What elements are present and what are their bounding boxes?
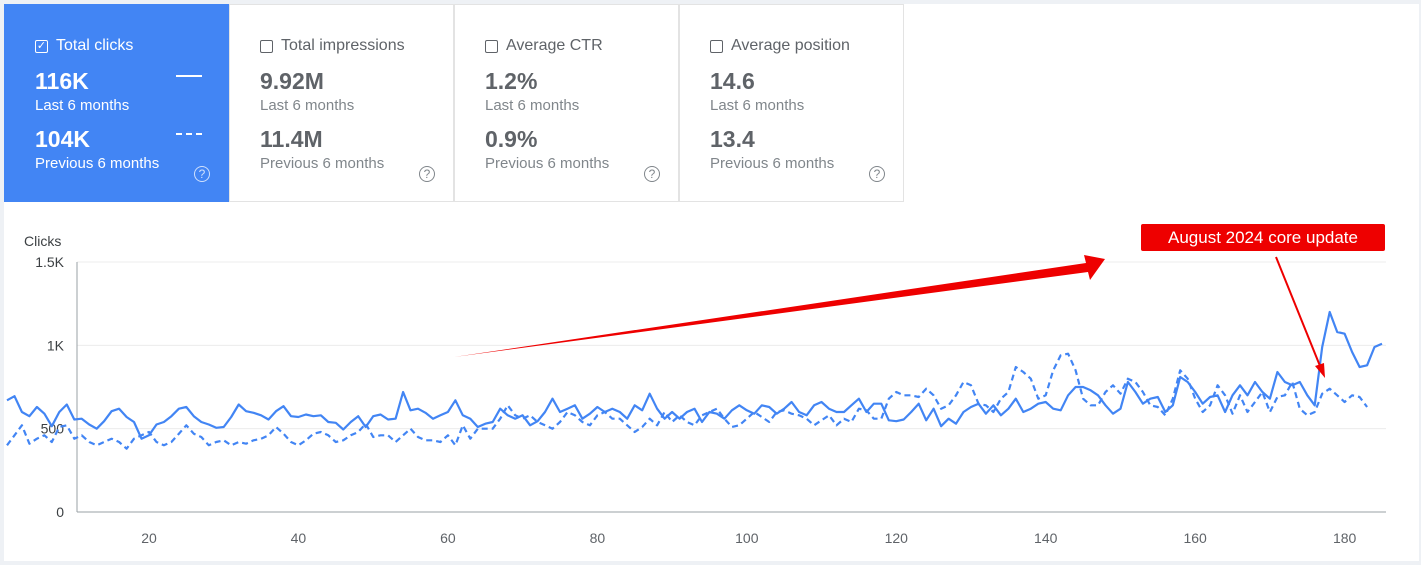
x-tick-label: 80 [590, 530, 606, 546]
y-tick-label: 1.5K [35, 254, 64, 270]
x-tick-label: 120 [885, 530, 909, 546]
x-tick-label: 40 [291, 530, 307, 546]
search-performance-panel: ✓ Total clicks 116K Last 6 months 104K P… [4, 4, 1419, 561]
y-tick-label: 1K [47, 337, 65, 353]
x-tick-label: 180 [1333, 530, 1357, 546]
annotation-arrows [454, 255, 1325, 378]
y-axis-ticks: 05001K1.5K [35, 254, 64, 520]
y-tick-label: 0 [56, 504, 64, 520]
x-tick-label: 100 [735, 530, 759, 546]
annotation-label: August 2024 core update [1141, 224, 1385, 251]
x-axis-ticks: 20 40 60 80 100 120 140 160 180 [141, 530, 1356, 546]
x-tick-label: 60 [440, 530, 456, 546]
annotation-pointer-head [1315, 363, 1325, 378]
clicks-line-chart: 05001K1.5K 20 40 60 80 100 120 140 160 180 [6, 254, 1386, 546]
x-tick-label: 140 [1034, 530, 1058, 546]
x-tick-label: 20 [141, 530, 157, 546]
trend-arrow [454, 255, 1105, 357]
annotation-pointer-line [1275, 256, 1321, 367]
current-period-line [6, 310, 1383, 440]
x-tick-label: 160 [1183, 530, 1207, 546]
previous-period-line [6, 352, 1368, 450]
